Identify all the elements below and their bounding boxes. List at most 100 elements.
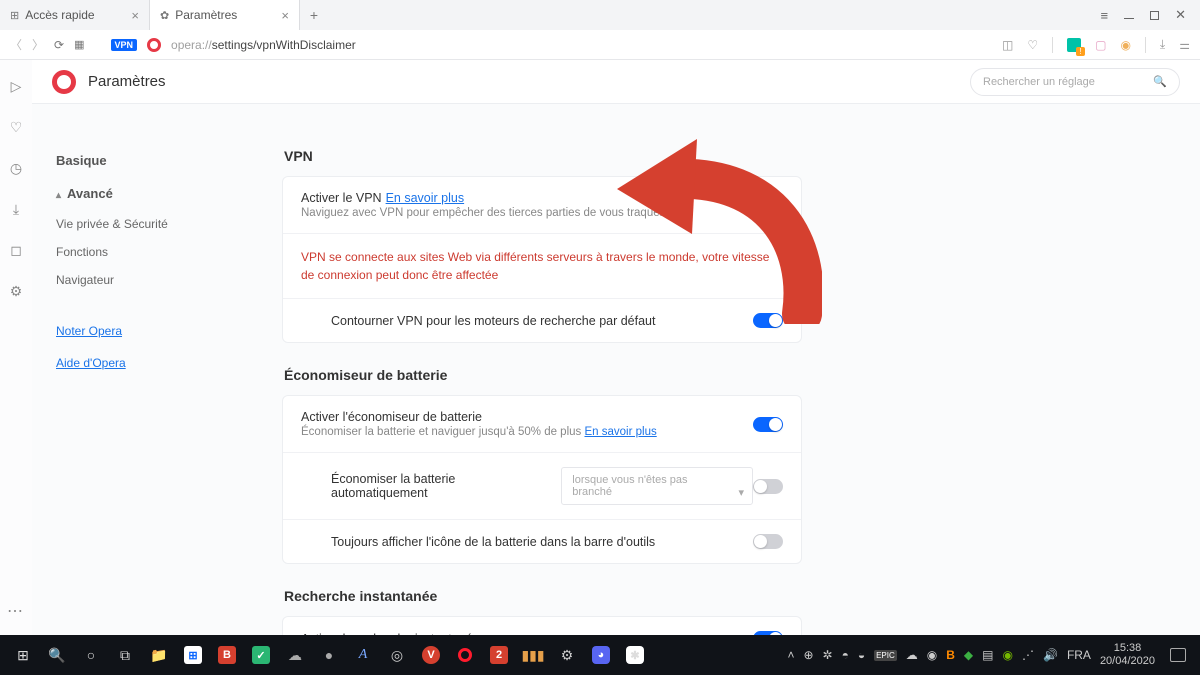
taskbar-app[interactable]: ●: [312, 635, 346, 675]
close-icon[interactable]: ×: [281, 8, 289, 23]
sidebar-item-features[interactable]: Fonctions: [56, 238, 242, 266]
tray-icon[interactable]: ◆: [964, 648, 973, 662]
battery-toggle[interactable]: [753, 417, 783, 432]
tab-settings[interactable]: ✿ Paramètres ×: [150, 0, 300, 30]
taskbar-app[interactable]: ◎: [380, 635, 414, 675]
taskbar-app-discord[interactable]: ◕: [584, 635, 618, 675]
tray-icon[interactable]: ◉: [927, 648, 937, 662]
settings-main: VPN Activer le VPNEn savoir plus Navigue…: [282, 104, 842, 635]
vpn-bypass-row: Contourner VPN pour les moteurs de reche…: [283, 298, 801, 342]
minimize-button[interactable]: [1124, 18, 1134, 19]
tabs-menu-icon[interactable]: ≡: [1101, 8, 1109, 23]
row-title: Activer le VPNEn savoir plus: [301, 191, 753, 205]
downloads-icon[interactable]: ⤓: [1160, 37, 1165, 52]
tray-icon[interactable]: ⊕: [803, 648, 813, 662]
vpn-toggle[interactable]: [753, 198, 783, 213]
taskbar-app[interactable]: ✓: [244, 635, 278, 675]
tray-nvidia-icon[interactable]: ◉: [1003, 648, 1013, 662]
extensions-icon[interactable]: ◻: [10, 242, 22, 259]
extension-icon[interactable]: [1067, 38, 1081, 52]
taskbar-app[interactable]: ☁: [278, 635, 312, 675]
taskbar-app[interactable]: A: [346, 635, 380, 675]
taskbar-app[interactable]: B: [210, 635, 244, 675]
address-bar: 〈 〉 ⟳ ▦ VPN opera://settings/vpnWithDisc…: [0, 30, 1200, 60]
tray-icon[interactable]: EPIC: [874, 650, 897, 661]
vpn-bypass-toggle[interactable]: [753, 313, 783, 328]
learn-more-link[interactable]: En savoir plus: [584, 426, 656, 438]
notifications-icon[interactable]: [1170, 648, 1186, 662]
windows-taskbar: ⊞ 🔍 ○ ⧉ 📁 ⊞ B ✓ ☁ ● A ◎ V 2 ▮▮▮ ⚙ ◕ ✱ ˄ …: [0, 635, 1200, 675]
tab-label: Accès rapide: [25, 8, 94, 22]
tray-icon[interactable]: ✲: [823, 648, 833, 662]
sidebar-item-basic[interactable]: Basique: [56, 144, 242, 177]
heart-icon[interactable]: ♡: [10, 119, 23, 136]
reload-button[interactable]: ⟳: [54, 38, 64, 52]
taskbar-app[interactable]: 2: [482, 635, 516, 675]
maximize-button[interactable]: [1150, 11, 1159, 20]
taskbar-app-opera[interactable]: [448, 635, 482, 675]
instant-enable-row: Activer la recherche instantanée: [283, 617, 801, 635]
extension-icon[interactable]: ◉: [1120, 38, 1130, 52]
taskbar-app-slack[interactable]: ✱: [618, 635, 652, 675]
opera-logo-icon: [52, 70, 76, 94]
tray-icon[interactable]: ◓: [842, 648, 849, 662]
new-tab-button[interactable]: +: [300, 0, 328, 30]
sidebar-item-browser[interactable]: Navigateur: [56, 266, 242, 294]
search-button[interactable]: 🔍: [40, 635, 74, 675]
taskbar-app[interactable]: ▮▮▮: [516, 635, 550, 675]
settings-icon[interactable]: ⚙: [10, 283, 23, 300]
close-button[interactable]: ✕: [1175, 7, 1186, 23]
taskbar-app[interactable]: 📁: [142, 635, 176, 675]
extension-icon[interactable]: ▢: [1095, 38, 1106, 52]
tab-label: Paramètres: [175, 8, 237, 22]
sidebar-item-privacy[interactable]: Vie privée & Sécurité: [56, 210, 242, 238]
separator: [1145, 37, 1146, 53]
tab-quick-access[interactable]: ⊞ Accès rapide ×: [0, 0, 150, 30]
easy-setup-icon[interactable]: ⚌: [1179, 38, 1190, 52]
sidebar-item-advanced[interactable]: Avancé: [56, 177, 242, 210]
row-title: Toujours afficher l'icône de la batterie…: [331, 535, 753, 549]
tray-icon[interactable]: ▤: [982, 648, 993, 662]
battery-auto-select[interactable]: lorsque vous n'êtes pas branché: [561, 467, 753, 505]
more-icon[interactable]: ⋯: [7, 601, 25, 621]
tray-icon[interactable]: ◒: [858, 648, 865, 662]
tray-volume-icon[interactable]: 🔊: [1043, 648, 1058, 662]
battery-enable-row: Activer l'économiseur de batterie Économ…: [283, 396, 801, 452]
heart-icon[interactable]: ♡: [1027, 38, 1038, 52]
tray-language[interactable]: FRA: [1067, 648, 1091, 662]
battery-auto-toggle[interactable]: [753, 479, 783, 494]
vpn-badge[interactable]: VPN: [111, 39, 138, 51]
history-icon[interactable]: ◷: [10, 160, 22, 177]
forward-button[interactable]: 〉: [32, 36, 44, 53]
tray-onedrive-icon[interactable]: ☁: [906, 648, 918, 662]
settings-search[interactable]: Rechercher un réglage 🔍: [970, 68, 1180, 96]
taskbar-app-steam[interactable]: ⚙: [550, 635, 584, 675]
battery-auto-row: Économiser la batterie automatiquement l…: [283, 452, 801, 519]
tray-clock[interactable]: 15:38 20/04/2020: [1100, 642, 1155, 668]
system-tray: ˄ ⊕ ✲ ◓ ◒ EPIC ☁ ◉ B ◆ ▤ ◉ ⋰ 🔊 FRA 15:38…: [787, 642, 1194, 668]
help-opera-link[interactable]: Aide d'Opera: [56, 350, 242, 376]
taskbar-app[interactable]: ⊞: [176, 635, 210, 675]
play-icon[interactable]: ▷: [11, 78, 22, 95]
snapshot-icon[interactable]: ◫: [1002, 38, 1013, 52]
settings-sidebar: Basique Avancé Vie privée & Sécurité Fon…: [32, 104, 242, 635]
tray-icon[interactable]: B: [946, 648, 955, 662]
learn-more-link[interactable]: En savoir plus: [386, 191, 465, 205]
settings-content: Basique Avancé Vie privée & Sécurité Fon…: [32, 104, 1200, 635]
cortana-icon[interactable]: ○: [74, 635, 108, 675]
section-heading-battery: Économiseur de batterie: [284, 367, 802, 383]
apps-icon[interactable]: ▦: [74, 38, 84, 51]
downloads-icon[interactable]: ⤓: [13, 201, 19, 218]
start-button[interactable]: ⊞: [6, 635, 40, 675]
back-button[interactable]: 〈: [10, 36, 22, 53]
close-icon[interactable]: ×: [131, 8, 139, 23]
taskbar-app[interactable]: V: [414, 635, 448, 675]
rate-opera-link[interactable]: Noter Opera: [56, 318, 242, 344]
speed-dial-icon: ⊞: [10, 9, 19, 22]
battery-icon-toggle[interactable]: [753, 534, 783, 549]
tray-wifi-icon[interactable]: ⋰: [1022, 648, 1034, 662]
task-view-icon[interactable]: ⧉: [108, 635, 142, 675]
opera-icon: [147, 38, 161, 52]
tray-chevron-icon[interactable]: ˄: [787, 648, 794, 662]
url-field[interactable]: opera://settings/vpnWithDisclaimer: [171, 38, 356, 52]
